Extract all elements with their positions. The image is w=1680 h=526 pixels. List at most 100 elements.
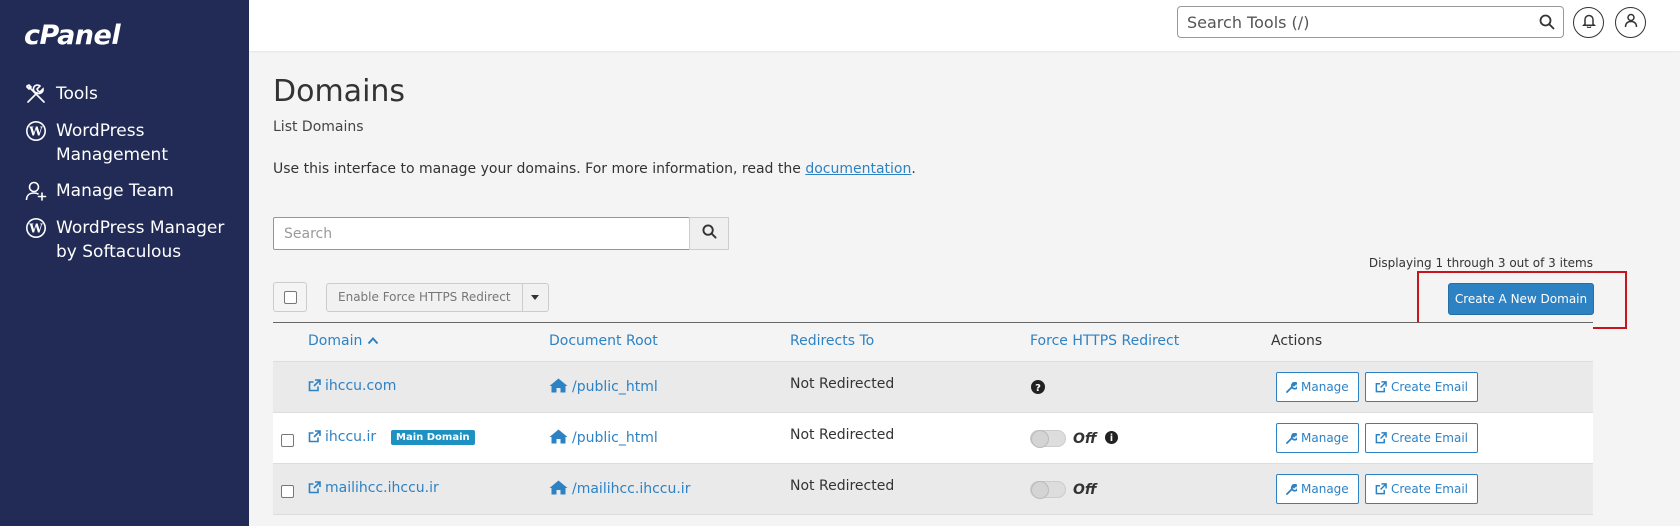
external-link-icon xyxy=(1375,381,1387,393)
search-icon xyxy=(701,224,717,243)
manage-label: Manage xyxy=(1301,482,1349,496)
sidebar-item-manage-team[interactable]: Manage Team xyxy=(24,179,231,203)
description-end: . xyxy=(911,161,916,177)
domains-table: Domain Document Root Redirects To Force … xyxy=(273,322,1593,515)
document-root-link[interactable]: /public_html xyxy=(549,378,658,397)
domain-link[interactable]: mailihcc.ihccu.ir xyxy=(308,480,439,498)
page-description: Use this interface to manage your domain… xyxy=(273,161,916,177)
caret-down-icon[interactable] xyxy=(523,284,548,311)
sidebar-item-wordpress-management[interactable]: W WordPress Management xyxy=(24,119,231,167)
force-https-toggle[interactable] xyxy=(1030,481,1066,499)
column-header-domain[interactable]: Domain xyxy=(308,333,379,349)
wrench-icon xyxy=(1286,381,1297,393)
tool-search xyxy=(1177,6,1564,38)
document-root-path: /public_html xyxy=(572,379,658,395)
domain-search-button[interactable] xyxy=(689,217,729,250)
notifications-button[interactable] xyxy=(1573,7,1604,38)
manage-button[interactable]: Manage xyxy=(1276,474,1359,504)
manage-label: Manage xyxy=(1301,431,1349,445)
home-icon xyxy=(549,480,568,499)
force-https-bulk-button[interactable]: Enable Force HTTPS Redirect xyxy=(326,283,549,312)
description-text: Use this interface to manage your domain… xyxy=(273,161,806,177)
sidebar-item-label: WordPress Manager by Softaculous xyxy=(56,218,225,262)
document-root-link[interactable]: /public_html xyxy=(549,429,658,448)
table-row: ihccu.ir Main Domain /public_html Not Re… xyxy=(273,413,1593,464)
create-email-button[interactable]: Create Email xyxy=(1365,474,1478,504)
tools-icon xyxy=(24,82,48,106)
info-circle-icon[interactable]: i xyxy=(1105,431,1118,448)
create-email-label: Create Email xyxy=(1391,431,1468,445)
checkbox-box xyxy=(283,290,297,304)
domain-search-input[interactable] xyxy=(274,218,689,249)
checkbox-box xyxy=(281,485,294,498)
add-user-icon xyxy=(24,179,48,203)
redirect-status: Not Redirected xyxy=(790,427,895,443)
row-checkbox[interactable] xyxy=(281,432,294,451)
column-header-redirects-to[interactable]: Redirects To xyxy=(790,333,874,349)
documentation-link[interactable]: documentation xyxy=(805,161,911,177)
external-link-icon xyxy=(1375,432,1387,444)
create-email-button[interactable]: Create Email xyxy=(1365,372,1478,402)
domain-name: ihccu.com xyxy=(325,378,397,394)
external-link-icon xyxy=(1375,483,1387,495)
row-checkbox[interactable] xyxy=(281,483,294,502)
top-bar xyxy=(249,0,1680,51)
table-row: ihccu.com /public_html Not Redirected ? … xyxy=(273,362,1593,413)
toggle-knob xyxy=(1031,481,1049,499)
column-header-label: Domain xyxy=(308,333,363,349)
redirect-status: Not Redirected xyxy=(790,376,895,392)
domain-name: mailihcc.ihccu.ir xyxy=(325,480,439,496)
home-icon xyxy=(549,429,568,448)
search-tools-input[interactable] xyxy=(1178,7,1518,37)
column-header-document-root[interactable]: Document Root xyxy=(549,333,658,349)
user-menu-button[interactable] xyxy=(1615,7,1646,38)
sidebar-item-wordpress-manager-softaculous[interactable]: W WordPress Manager by Softaculous xyxy=(24,216,231,264)
main-domain-badge: Main Domain xyxy=(391,430,475,445)
domain-name: ihccu.ir xyxy=(325,429,377,445)
wordpress-icon: W xyxy=(24,216,48,240)
force-https-button-label: Enable Force HTTPS Redirect xyxy=(327,284,523,311)
create-email-label: Create Email xyxy=(1391,380,1468,394)
create-email-button[interactable]: Create Email xyxy=(1365,423,1478,453)
page-title: Domains xyxy=(273,74,406,109)
create-email-label: Create Email xyxy=(1391,482,1468,496)
svg-text:W: W xyxy=(28,125,43,139)
document-root-link[interactable]: /mailihcc.ihccu.ir xyxy=(549,480,690,499)
domain-link[interactable]: ihccu.com xyxy=(308,378,396,396)
sidebar-item-label: Tools xyxy=(56,84,98,104)
svg-text:?: ? xyxy=(1035,383,1041,394)
toggle-state: Off xyxy=(1073,482,1097,498)
search-icon[interactable] xyxy=(1539,14,1555,34)
manage-button[interactable]: Manage xyxy=(1276,423,1359,453)
domain-search xyxy=(273,217,690,250)
select-all-checkbox[interactable] xyxy=(273,282,307,312)
document-root-path: /mailihcc.ihccu.ir xyxy=(572,481,691,497)
column-header-force-https[interactable]: Force HTTPS Redirect xyxy=(1030,333,1179,349)
svg-text:W: W xyxy=(28,222,43,236)
toggle-knob xyxy=(1031,430,1049,448)
external-link-icon xyxy=(308,430,321,447)
pagination-summary: Displaying 1 through 3 out of 3 items xyxy=(1368,256,1593,270)
manage-button[interactable]: Manage xyxy=(1276,372,1359,402)
manage-label: Manage xyxy=(1301,380,1349,394)
external-link-icon xyxy=(308,481,321,498)
sidebar-item-label: Manage Team xyxy=(56,181,174,201)
cpanel-logo[interactable]: cPanel xyxy=(24,20,121,51)
checkbox-box xyxy=(281,434,294,447)
force-https-toggle[interactable] xyxy=(1030,430,1066,448)
sidebar-item-tools[interactable]: Tools xyxy=(24,82,231,106)
home-icon xyxy=(549,378,568,397)
wrench-icon xyxy=(1286,432,1297,444)
domain-link[interactable]: ihccu.ir xyxy=(308,429,376,447)
document-root-path: /public_html xyxy=(572,430,658,446)
question-circle-icon[interactable]: ? xyxy=(1031,380,1045,398)
sidebar-item-label: WordPress Management xyxy=(56,121,168,165)
sidebar: cPanel Tools W WordPress Management Mana… xyxy=(0,0,249,526)
wrench-icon xyxy=(1286,483,1297,495)
sort-up-icon xyxy=(367,333,379,349)
redirect-status: Not Redirected xyxy=(790,478,895,494)
wordpress-icon: W xyxy=(24,119,48,143)
highlight-box xyxy=(1417,271,1627,329)
svg-text:i: i xyxy=(1110,433,1113,444)
bell-icon xyxy=(1581,13,1596,32)
